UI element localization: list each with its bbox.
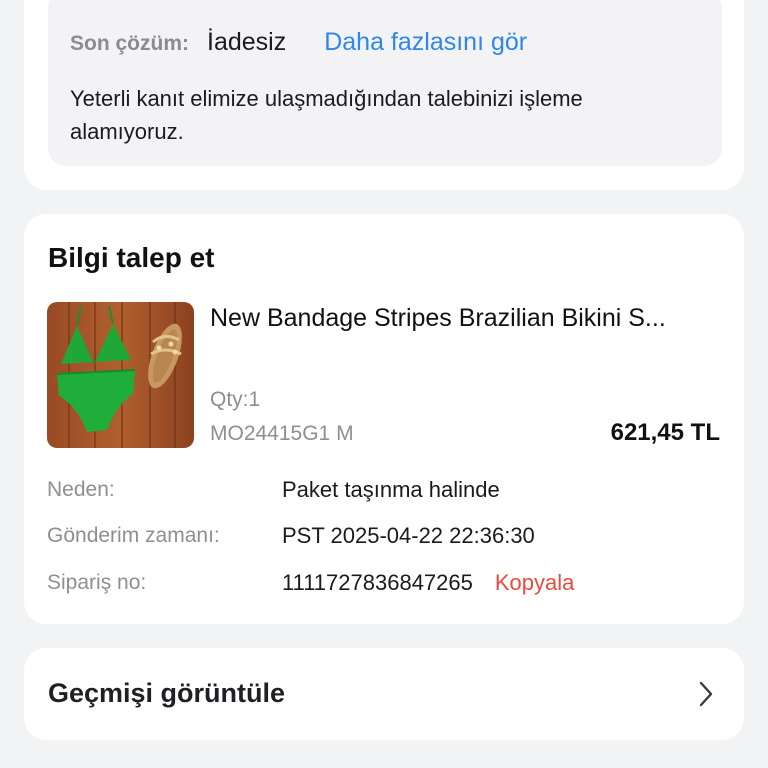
view-history-button[interactable]: Geçmişi görüntüle bbox=[24, 648, 744, 740]
info-request-card: Bilgi talep et New Bandage Stripes Brazi… bbox=[24, 214, 744, 624]
order-number-row: 1111727836847265 Kopyala bbox=[282, 570, 574, 596]
section-title: Bilgi talep et bbox=[48, 242, 215, 273]
view-history-label: Geçmişi görüntüle bbox=[48, 678, 286, 708]
resolution-message: Yeterli kanıt elimize ulaşmadığından tal… bbox=[70, 86, 583, 144]
see-more-link[interactable]: Daha fazlasını gör bbox=[324, 28, 527, 57]
resolution-label: Son çözüm: bbox=[70, 32, 189, 55]
product-image[interactable] bbox=[47, 302, 194, 448]
sent-time-value: PST 2025-04-22 22:36:30 bbox=[282, 523, 535, 548]
product-title[interactable]: New Bandage Stripes Brazilian Bikini S..… bbox=[210, 304, 722, 333]
order-number-value: 1111727836847265 bbox=[282, 570, 473, 595]
product-quantity: Qty:1 bbox=[210, 388, 261, 411]
product-sku: MO24415G1 M bbox=[210, 422, 354, 445]
product-price: 621,45 TL bbox=[610, 419, 720, 446]
resolution-value: İadesiz bbox=[207, 28, 287, 56]
reason-label: Neden: bbox=[47, 478, 115, 501]
reason-value: Paket taşınma halinde bbox=[282, 477, 500, 502]
resolution-row: Son çözüm: İadesiz Daha fazlasını gör bbox=[70, 28, 527, 57]
chevron-right-icon bbox=[699, 681, 713, 707]
sent-time-label: Gönderim zamanı: bbox=[47, 524, 220, 547]
order-number-label: Sipariş no: bbox=[47, 571, 147, 594]
copy-button[interactable]: Kopyala bbox=[495, 570, 575, 595]
resolution-card: Son çözüm: İadesiz Daha fazlasını gör Ye… bbox=[24, 0, 744, 190]
